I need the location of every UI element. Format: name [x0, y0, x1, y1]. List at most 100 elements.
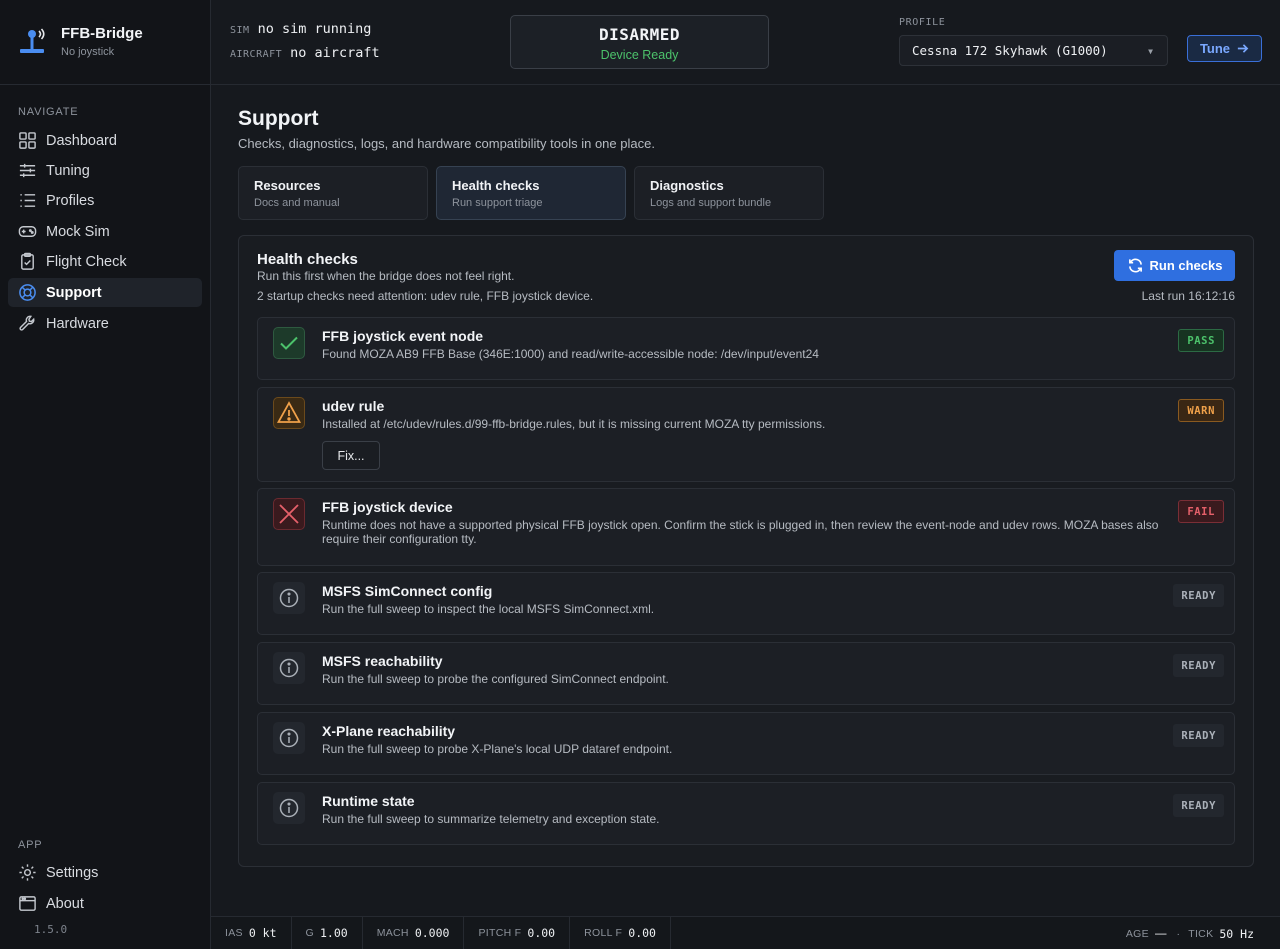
arm-state: DISARMED	[598, 25, 681, 44]
sidebar-item-mock-sim[interactable]: Mock Sim	[8, 217, 202, 246]
status-badge: READY	[1173, 724, 1224, 747]
lifebuoy-icon	[19, 284, 36, 301]
status-badge: WARN	[1178, 399, 1224, 422]
tune-label: Tune	[1199, 41, 1231, 56]
sidebar-item-about[interactable]: About	[8, 889, 202, 918]
app-title: FFB-Bridge	[61, 25, 143, 42]
chevron-down-icon: ▼	[1148, 47, 1153, 56]
telemetry-value: 0 kt	[248, 926, 277, 940]
warn-status-icon	[273, 397, 305, 429]
clipboard-check-icon	[21, 252, 34, 270]
telemetry-g: G 1.00	[292, 916, 363, 949]
check-title: udev rule	[322, 398, 385, 414]
app-section-label: APP	[18, 839, 43, 851]
profile-select[interactable]: Cessna 172 Skyhawk (G1000) ▼	[899, 35, 1168, 66]
info-icon	[279, 588, 299, 608]
telemetry-pitch-force: PITCH F 0.00	[464, 916, 571, 949]
telemetry-key: PITCH F	[478, 927, 522, 939]
tab-subtitle: Docs and manual	[254, 197, 340, 209]
tab-title: Diagnostics	[650, 178, 724, 193]
sidebar-item-profiles[interactable]: Profiles	[8, 186, 202, 215]
sidebar-item-label: Settings	[46, 864, 99, 881]
health-checks-panel: Health checks Run this first when the br…	[238, 235, 1254, 867]
check-description: Found MOZA AB9 FFB Base (346E:1000) and …	[322, 347, 819, 361]
info-icon	[279, 658, 299, 678]
fail-status-icon	[273, 498, 305, 530]
gear-icon	[19, 864, 36, 881]
status-badge: READY	[1173, 794, 1224, 817]
tab-diagnostics[interactable]: Diagnostics Logs and support bundle	[634, 166, 824, 220]
check-row-runtime-state: Runtime state Run the full sweep to summ…	[257, 782, 1235, 845]
panel-title: Health checks	[257, 251, 358, 268]
age-key: AGE	[1125, 927, 1149, 940]
wrench-icon	[19, 315, 35, 331]
sim-key: SIM	[230, 25, 250, 36]
tune-button[interactable]: Tune	[1187, 35, 1262, 62]
separator: ·	[1176, 927, 1181, 940]
sidebar-item-label: Hardware	[46, 315, 109, 332]
age-value: —	[1154, 927, 1167, 940]
main-content: Support Checks, diagnostics, logs, and h…	[211, 86, 1280, 916]
status-badge: FAIL	[1178, 500, 1224, 523]
fix-button[interactable]: Fix...	[322, 441, 380, 470]
check-row-simconnect-config: MSFS SimConnect config Run the full swee…	[257, 572, 1235, 635]
sidebar-item-tuning[interactable]: Tuning	[8, 156, 202, 185]
arm-status-box: DISARMED Device Ready	[510, 15, 769, 69]
info-icon	[279, 728, 299, 748]
tab-subtitle: Logs and support bundle	[650, 197, 772, 209]
sidebar-item-settings[interactable]: Settings	[8, 858, 202, 887]
sidebar-item-hardware[interactable]: Hardware	[8, 309, 202, 338]
pass-status-icon	[273, 327, 305, 359]
tab-health-checks[interactable]: Health checks Run support triage	[436, 166, 626, 220]
check-row-event-node: FFB joystick event node Found MOZA AB9 F…	[257, 317, 1235, 380]
attention-note: 2 startup checks need attention: udev ru…	[257, 289, 594, 303]
run-checks-button[interactable]: Run checks	[1114, 250, 1235, 281]
check-description: Run the full sweep to probe the configur…	[322, 672, 669, 686]
sidebar-item-support[interactable]: Support	[8, 278, 202, 307]
top-bar: SIM no sim running AIRCRAFT no aircraft …	[211, 0, 1280, 85]
page-title: Support	[238, 107, 319, 130]
tab-resources[interactable]: Resources Docs and manual	[238, 166, 428, 220]
list-icon	[20, 194, 36, 207]
window-icon	[19, 896, 36, 911]
check-description: Runtime does not have a supported physic…	[322, 518, 1159, 546]
sidebar-item-label: Dashboard	[46, 132, 117, 149]
joystick-logo-icon	[20, 28, 45, 53]
nav-section-label: NAVIGATE	[18, 106, 79, 118]
check-title: Runtime state	[322, 793, 415, 809]
telemetry-value: 0.00	[527, 926, 556, 940]
telemetry-ias: IAS 0 kt	[211, 916, 292, 949]
refresh-icon	[1128, 258, 1142, 273]
status-bar-right: AGE — · TICK 50 Hz	[1126, 917, 1254, 949]
ready-status-icon	[273, 722, 305, 754]
check-title: FFB joystick device	[322, 499, 453, 515]
sidebar-item-label: Support	[46, 284, 102, 301]
device-status: Device Ready	[600, 48, 679, 62]
status-badge: PASS	[1178, 329, 1224, 352]
sliders-icon	[19, 163, 36, 178]
check-description: Run the full sweep to summarize telemetr…	[322, 812, 660, 826]
sidebar-item-flight-check[interactable]: Flight Check	[8, 247, 202, 276]
x-icon	[279, 504, 299, 524]
check-row-xplane-reachability: X-Plane reachability Run the full sweep …	[257, 712, 1235, 775]
sidebar-item-label: Profiles	[46, 192, 95, 209]
run-checks-label: Run checks	[1149, 258, 1223, 273]
joystick-status: No joystick	[61, 46, 115, 58]
ready-status-icon	[273, 582, 305, 614]
tick-value: 50 Hz	[1219, 926, 1254, 941]
telemetry-value: 1.00	[320, 926, 348, 940]
aircraft-key: AIRCRAFT	[230, 49, 283, 60]
telemetry-key: MACH	[376, 927, 409, 939]
tick-key: TICK	[1188, 927, 1214, 940]
sidebar-item-dashboard[interactable]: Dashboard	[8, 126, 202, 155]
status-badge: READY	[1173, 654, 1224, 677]
check-row-udev-rule: udev rule Installed at /etc/udev/rules.d…	[257, 387, 1235, 482]
telemetry-value: 0.000	[414, 926, 450, 940]
telemetry-value: 0.00	[628, 926, 656, 940]
panel-subtitle: Run this first when the bridge does not …	[257, 269, 515, 283]
sidebar-item-label: About	[46, 895, 84, 912]
profile-value: Cessna 172 Skyhawk (G1000)	[912, 43, 1108, 58]
check-title: FFB joystick event node	[322, 328, 484, 344]
tab-title: Resources	[254, 178, 321, 193]
status-badge: READY	[1173, 584, 1224, 607]
